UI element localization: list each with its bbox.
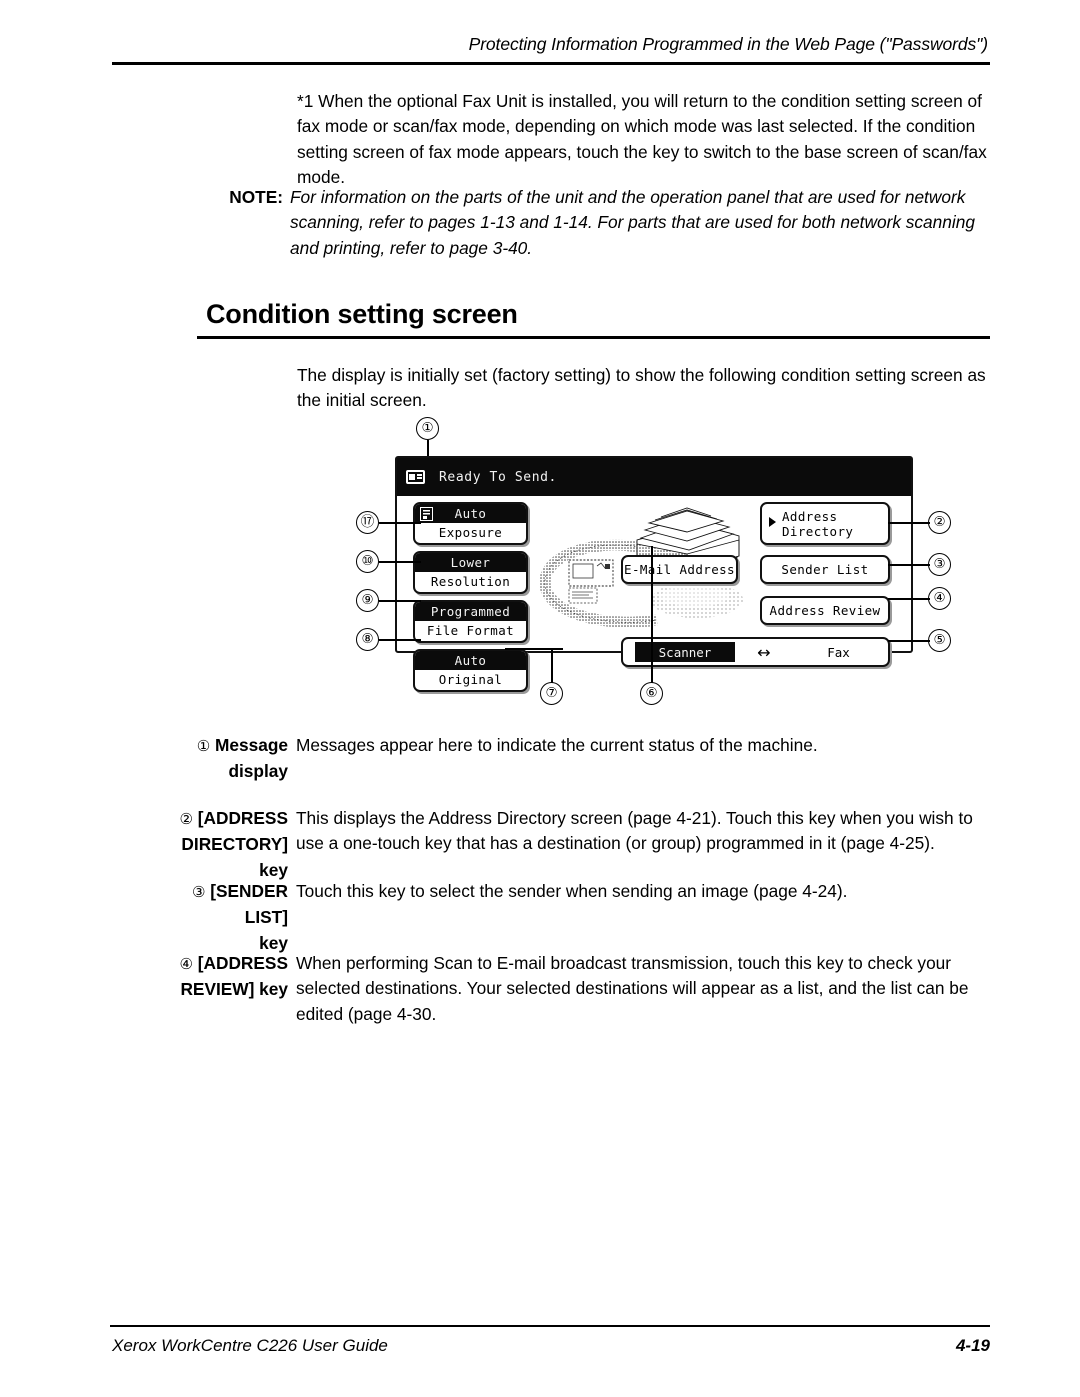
callout-7: ⑦ [540,682,563,705]
leader-line-6 [651,546,653,683]
mode-switch-inner: Scanner ↔ Fax [623,639,888,665]
auto-exposure-key[interactable]: Auto Exposure [413,502,528,545]
leader-line-2 [888,522,930,524]
scanner-fax-mode-switch-key[interactable]: Scanner ↔ Fax [621,637,890,667]
lcd-panel: Ready To Send. Auto Exposure Lower Resol… [395,456,913,692]
description-label-2-line1: [ADDRESS [197,808,288,828]
running-header: Protecting Information Programmed in the… [468,34,988,54]
condition-setting-screen-figure: ① Ready To Send. Auto Exposure Lower Res… [350,410,960,710]
auto-exposure-key-top: Auto [415,504,526,523]
description-label-1-line2: display [228,761,288,782]
file-format-key-top-label: Programmed [415,602,526,621]
original-key-bottom-label: Original [438,672,503,687]
description-number-2: ② [179,810,193,828]
description-body-1: Messages appear here to indicate the cur… [296,735,818,755]
leader-line-8 [379,639,421,641]
description-label-4: ④ [ADDRESS REVIEW] key [150,951,296,1003]
callout-11: ⑰ [356,511,379,534]
description-number-4: ④ [179,955,193,973]
description-label-3: ③ [SENDER LIST] key [150,879,296,956]
callout-2: ② [928,511,951,534]
page-title: Condition setting screen [206,299,518,329]
description-label-1-line1: Message [214,735,288,755]
lcd-body: Auto Exposure Lower Resolution Programme… [397,496,911,692]
leader-line-11 [379,522,421,524]
description-label-2-line2: DIRECTORY] key [181,834,288,880]
leader-line-3 [888,564,930,566]
original-key-top-label: Auto [415,651,526,670]
play-triangle-icon [769,517,776,527]
description-label-4-line2: REVIEW] key [180,979,288,1000]
callout-5: ⑤ [928,629,951,652]
note-text: For information on the parts of the unit… [290,187,975,258]
description-label-2: ② [ADDRESS DIRECTORY] key [150,806,296,883]
description-number-1: ① [196,737,211,755]
description-body-3: Touch this key to select the sender when… [296,881,848,901]
leader-line-5 [888,640,930,642]
description-label-3-line1: [SENDER LIST] [210,881,288,928]
callout-10: ⑩ [356,550,379,573]
callout-9: ⑨ [356,589,379,612]
address-directory-line2: Directory [782,524,854,539]
original-key[interactable]: Auto Original [413,649,528,692]
description-body-2: This displays the Address Directory scre… [296,808,973,854]
callout-3: ③ [928,553,951,576]
description-item-4: ④ [ADDRESS REVIEW] key When performing S… [150,951,990,1027]
footer-divider [110,1325,990,1327]
callout-4: ④ [928,587,951,610]
sender-list-key-label: Sender List [781,562,869,577]
email-address-key[interactable]: E-Mail Address [621,555,738,584]
description-number-3: ③ [191,883,206,901]
header-divider [112,62,990,65]
section-divider [197,336,990,339]
address-directory-line1: Address [782,509,838,524]
description-body-4: When performing Scan to E-mail broadcast… [296,953,969,1024]
address-review-key[interactable]: Address Review [760,596,890,625]
leader-line-4 [888,598,930,600]
leader-line-10 [379,561,421,563]
sender-list-key[interactable]: Sender List [760,555,890,584]
footnote-paragraph: *1 When the optional Fax Unit is install… [297,91,987,188]
address-directory-key[interactable]: Address Directory [760,502,890,545]
description-item-3: ③ [SENDER LIST] key Touch this key to se… [150,879,990,956]
message-display-text: Ready To Send. [439,469,557,485]
leader-line-9 [379,600,421,602]
exposure-icon [420,507,433,521]
email-address-key-label: E-Mail Address [624,562,735,577]
address-review-key-label: Address Review [769,603,881,618]
message-card-icon [406,470,425,484]
description-label-3-line2: key [259,932,288,953]
note-label: NOTE: [229,187,283,207]
message-display: Ready To Send. [397,458,911,496]
mode-switch-fax-label[interactable]: Fax [791,642,886,662]
description-item-2: ② [ADDRESS DIRECTORY] key This displays … [150,806,990,883]
resolution-key[interactable]: Lower Resolution [413,551,528,594]
resolution-key-top-label: Lower [415,553,526,572]
left-right-arrow-icon: ↔ [757,643,771,662]
description-label-4-line1: [ADDRESS [197,953,288,973]
callout-6: ⑥ [640,682,663,705]
description-item-1: ① Message display Messages appear here t… [150,733,990,785]
mode-switch-scanner-label[interactable]: Scanner [635,642,735,662]
description-label-1: ① Message display [150,733,296,785]
section-lead-paragraph: The display is initially set (factory se… [297,365,986,411]
leader-line-7 [551,649,553,683]
note-block: NOTE: For information on the parts of th… [150,185,990,261]
address-directory-key-label: Address Directory [762,504,888,539]
auto-exposure-key-bottom-label: Exposure [438,525,503,540]
document-page: Protecting Information Programmed in the… [0,0,1080,1397]
callout-1: ① [416,417,439,440]
callout-8: ⑧ [356,628,379,651]
footer-page-number: 4-19 [955,1336,990,1355]
file-format-key-bottom-label: File Format [426,623,515,638]
resolution-key-bottom-label: Resolution [430,574,511,589]
auto-exposure-key-top-label: Auto [454,506,487,521]
leader-line-7-horizontal [505,648,563,650]
file-format-key[interactable]: Programmed File Format [413,600,528,643]
